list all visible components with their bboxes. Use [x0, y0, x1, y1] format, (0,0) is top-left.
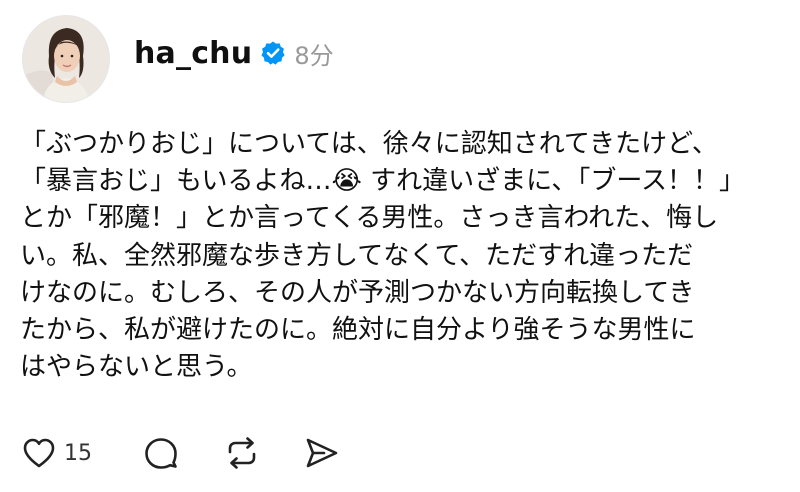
post-text: 「ぶつかりおじ」については、徐々に認知されてきたけど、 「暴言おじ」もいるよね……: [20, 129, 746, 383]
heart-icon: [22, 437, 56, 469]
repost-button[interactable]: [224, 436, 260, 470]
comment-bubble-icon: [144, 436, 178, 470]
like-button[interactable]: 15: [22, 437, 92, 469]
post-actions: 15: [22, 432, 340, 474]
avatar-image: [23, 16, 109, 102]
user-line: ha_chu 8分: [134, 36, 334, 71]
send-icon: [304, 436, 340, 470]
post-header: ha_chu 8分: [22, 14, 334, 104]
share-button[interactable]: [304, 436, 340, 470]
username[interactable]: ha_chu: [134, 36, 252, 71]
post-timestamp: 8分: [294, 41, 334, 70]
avatar[interactable]: [22, 15, 110, 103]
reply-button[interactable]: [144, 436, 178, 470]
repost-icon: [224, 436, 260, 470]
thread-post: ha_chu 8分 「ぶつかりおじ」については、徐々に認知されてきたけど、 「暴…: [0, 0, 800, 492]
verified-badge-icon: [260, 40, 286, 66]
like-count: 15: [64, 440, 92, 466]
